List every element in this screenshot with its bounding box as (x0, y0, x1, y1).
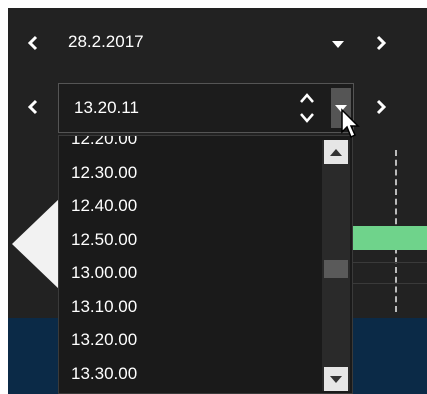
scroll-down-button[interactable] (324, 367, 348, 391)
chevron-right-icon (376, 35, 387, 51)
scroll-thumb[interactable] (324, 260, 348, 278)
prev-date-button[interactable] (20, 30, 46, 56)
timeline-back-arrow-icon[interactable] (12, 198, 60, 290)
time-option[interactable]: 13.00.00 (59, 256, 317, 290)
prev-time-button[interactable] (20, 94, 46, 120)
chevron-left-icon (27, 99, 38, 115)
timeline-recording-bar (350, 226, 427, 250)
time-value[interactable]: 13.20.11 (74, 98, 139, 118)
date-value[interactable]: 28.2.2017 (68, 32, 144, 52)
caret-down-icon (330, 375, 342, 383)
next-time-button[interactable] (368, 94, 394, 120)
spinner-up-down-icon[interactable] (299, 90, 315, 126)
scroll-up-button[interactable] (324, 140, 348, 164)
caret-up-icon (330, 148, 342, 156)
next-date-button[interactable] (368, 30, 394, 56)
time-spinner[interactable] (299, 90, 315, 126)
dropdown-scrollbar[interactable] (322, 140, 350, 391)
time-option[interactable]: 13.30.00 (59, 357, 317, 391)
time-options-dropdown[interactable]: 12.20.00 12.30.00 12.40.00 12.50.00 13.0… (58, 135, 353, 394)
time-option[interactable]: 12.50.00 (59, 223, 317, 257)
mouse-pointer-icon (341, 108, 360, 139)
time-option[interactable]: 12.40.00 (59, 189, 317, 223)
time-options-list: 12.20.00 12.30.00 12.40.00 12.50.00 13.0… (59, 136, 317, 391)
time-combobox[interactable]: 13.20.11 (58, 83, 354, 133)
chevron-right-icon (376, 99, 387, 115)
time-option[interactable]: 12.30.00 (59, 156, 317, 190)
date-dropdown-caret-icon[interactable] (332, 41, 344, 48)
timeline-row-divider (350, 283, 427, 284)
time-option[interactable]: 13.10.00 (59, 290, 317, 324)
time-option[interactable]: 12.20.00 (59, 136, 317, 156)
timeline-row-divider (350, 262, 427, 263)
time-option[interactable]: 13.20.00 (59, 323, 317, 357)
chevron-left-icon (27, 35, 38, 51)
time-picker-screen: 28.2.2017 13.20.11 12.20.00 12.30.00 12.… (0, 0, 427, 394)
